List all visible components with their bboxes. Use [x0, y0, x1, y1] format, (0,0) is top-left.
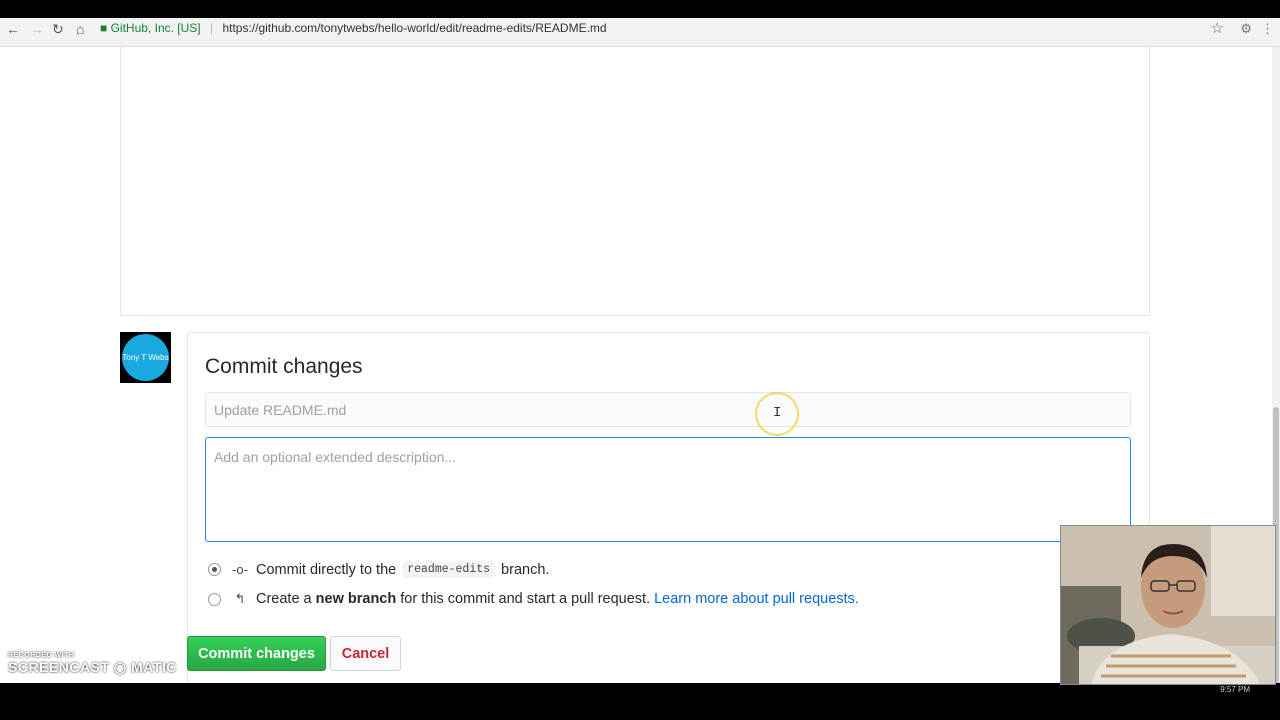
security-label: GitHub, Inc. [US] — [110, 21, 201, 35]
webcam-overlay — [1060, 525, 1276, 685]
lock-icon: ■ — [100, 21, 108, 35]
watermark-line2: SCREENCAST — [8, 659, 110, 675]
learn-more-link[interactable]: Learn more about pull requests. — [654, 591, 859, 607]
pull-request-icon: ↰ — [234, 591, 246, 606]
avatar-text: Tony T Webs — [122, 334, 169, 381]
screen-top-bar — [0, 0, 1280, 18]
url-text: https://github.com/tonytwebs/hello-world… — [222, 21, 607, 35]
text-cursor-icon: I — [773, 405, 782, 421]
menu-icon[interactable]: ⋮ — [1261, 21, 1274, 37]
reload-icon[interactable]: ↻ — [52, 21, 64, 38]
taskbar-clock: 9:57 PM — [1220, 685, 1250, 694]
browser-toolbar: ← → ↻ ⌂ ■ GitHub, Inc. [US] | https://gi… — [0, 18, 1280, 47]
forward-icon[interactable]: → — [30, 21, 44, 37]
git-commit-icon: -o- — [232, 562, 248, 577]
extension-icon[interactable]: ⚙ — [1240, 21, 1252, 37]
address-bar[interactable]: ■ GitHub, Inc. [US] | https://github.com… — [100, 21, 607, 35]
new-branch-option[interactable]: ↰ Create a new branch for this commit an… — [208, 591, 859, 607]
commit-direct-suffix: branch. — [501, 561, 550, 578]
watermark-logo-icon: ◉ — [113, 659, 127, 675]
cancel-button[interactable]: Cancel — [330, 636, 401, 671]
new-branch-bold: new branch — [315, 591, 397, 607]
bookmark-star-icon[interactable]: ☆ — [1211, 19, 1224, 37]
new-branch-suffix: for this commit and start a pull request… — [400, 591, 651, 607]
avatar: Tony T Webs — [120, 332, 171, 383]
new-branch-prefix: Create a — [256, 591, 312, 607]
commit-direct-radio[interactable] — [208, 563, 221, 576]
file-preview-box — [120, 47, 1150, 316]
address-separator: | — [209, 21, 214, 35]
new-branch-radio[interactable] — [208, 592, 221, 606]
commit-changes-button[interactable]: Commit changes — [187, 636, 326, 671]
taskbar: 9:57 PM — [0, 683, 1280, 720]
home-icon[interactable]: ⌂ — [76, 21, 84, 37]
commit-direct-prefix: Commit directly to the — [256, 561, 397, 578]
back-icon[interactable]: ← — [6, 21, 20, 37]
watermark-line3: MATIC — [131, 659, 177, 675]
commit-summary-input[interactable] — [205, 392, 1131, 427]
branch-name: readme-edits — [402, 561, 496, 578]
watermark-line1: RECORDED WITH — [8, 652, 75, 659]
commit-direct-option[interactable]: -o- Commit directly to the readme-edits … — [208, 561, 549, 578]
webcam-image — [1061, 526, 1275, 684]
commit-title: Commit changes — [205, 355, 363, 378]
commit-description-input[interactable] — [205, 437, 1131, 542]
screencast-watermark: RECORDED WITH SCREENCAST ◉ MATIC — [8, 652, 177, 677]
